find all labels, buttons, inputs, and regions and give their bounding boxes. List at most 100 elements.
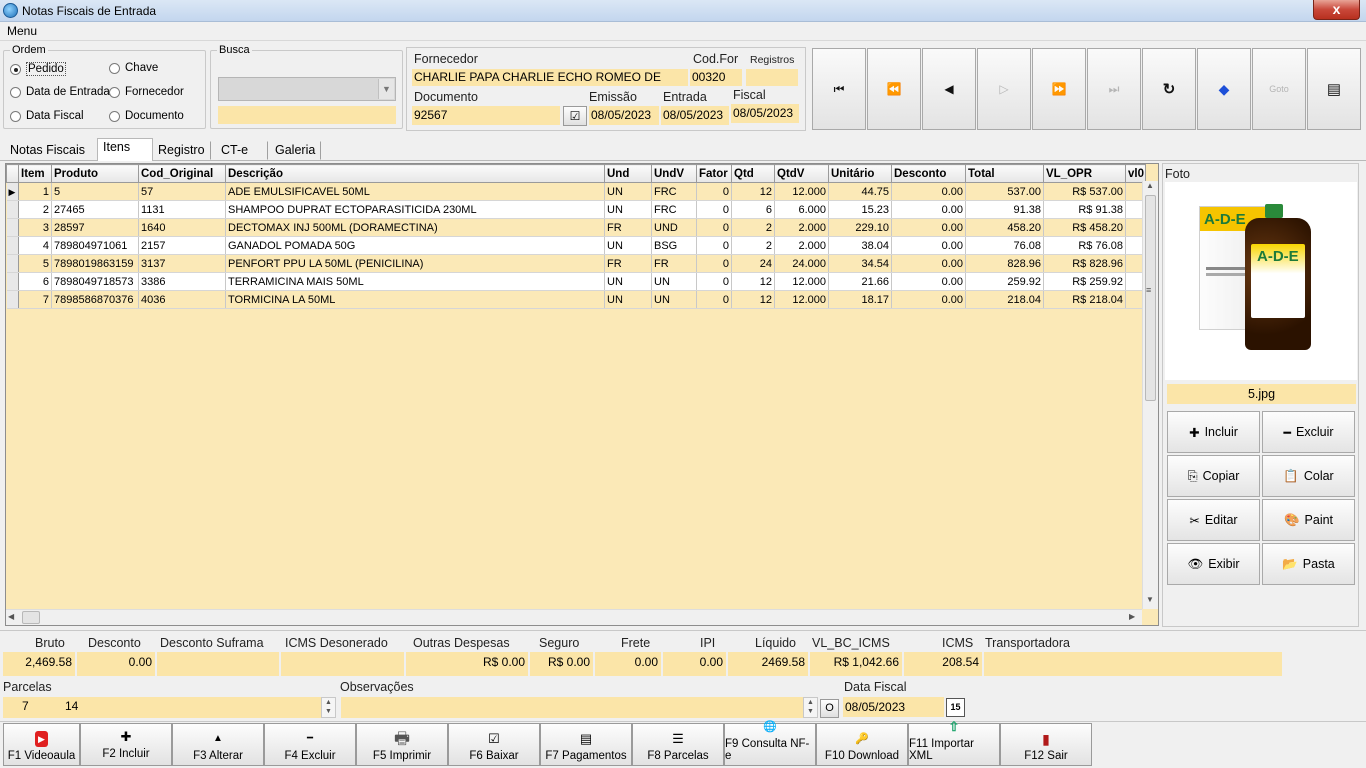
- row-indicator[interactable]: [6, 236, 19, 255]
- cell-fator[interactable]: 0: [696, 254, 732, 273]
- transportadora-field[interactable]: [984, 652, 1282, 676]
- excluir-button[interactable]: ━ Excluir: [1262, 411, 1355, 453]
- column-header[interactable]: Qtd: [731, 164, 775, 183]
- cell-qtdv[interactable]: 6.000: [774, 200, 829, 219]
- cell-vl-opr[interactable]: R$ 458.20: [1043, 218, 1126, 237]
- column-header[interactable]: Und: [604, 164, 652, 183]
- cell-total[interactable]: 828.96: [965, 254, 1044, 273]
- copiar-button[interactable]: ⎘ Copiar: [1167, 455, 1260, 497]
- cell-item[interactable]: 4: [18, 236, 52, 255]
- incluir-button[interactable]: ✚ Incluir: [1167, 411, 1260, 453]
- f4-excluir-button[interactable]: ━ F4 Excluir: [264, 723, 356, 766]
- f9-consulta-button[interactable]: 🌐 F9 Consulta NF-e: [724, 721, 816, 766]
- product-photo[interactable]: A-D-E A-D-E: [1165, 182, 1357, 380]
- column-header[interactable]: Cod_Original: [138, 164, 226, 183]
- documento-field[interactable]: 92567: [412, 106, 560, 125]
- cell-unitario[interactable]: 18.17: [828, 290, 892, 309]
- column-header[interactable]: UndV: [651, 164, 697, 183]
- cell-descricao[interactable]: SHAMPOO DUPRAT ECTOPARASITICIDA 230ML: [225, 200, 605, 219]
- cell-unitario[interactable]: 38.04: [828, 236, 892, 255]
- cell-produto[interactable]: 28597: [51, 218, 139, 237]
- f6-baixar-button[interactable]: ☑ F6 Baixar: [448, 723, 540, 766]
- cell-descricao[interactable]: GANADOL POMADA 50G: [225, 236, 605, 255]
- codfor-field[interactable]: 00320: [690, 69, 742, 86]
- cell-vl-opr[interactable]: R$ 218.04: [1043, 290, 1126, 309]
- cell-unitario[interactable]: 15.23: [828, 200, 892, 219]
- tab-cte[interactable]: CT-e: [215, 141, 268, 160]
- cell-cod-original[interactable]: 57: [138, 182, 226, 201]
- cell-unitario[interactable]: 229.10: [828, 218, 892, 237]
- cell-descricao[interactable]: TORMICINA LA 50ML: [225, 290, 605, 309]
- f7-pagamentos-button[interactable]: ▤ F7 Pagamentos: [540, 723, 632, 766]
- cell-undv[interactable]: UN: [651, 290, 697, 309]
- cell-qtdv[interactable]: 12.000: [774, 182, 829, 201]
- f2-incluir-button[interactable]: ✚ F2 Incluir: [80, 723, 172, 766]
- f3-alterar-button[interactable]: ▲ F3 Alterar: [172, 723, 264, 766]
- cell-total[interactable]: 537.00: [965, 182, 1044, 201]
- cell-vl-opr[interactable]: R$ 76.08: [1043, 236, 1126, 255]
- editar-button[interactable]: ✂ Editar: [1167, 499, 1260, 541]
- table-row[interactable]: ▶ 1 5 57 ADE EMULSIFICAVEL 50ML UN FRC 0 12 12.00…: [6, 182, 1146, 201]
- icms-desonerado-field[interactable]: [281, 652, 404, 676]
- column-header[interactable]: Descrição: [225, 164, 605, 183]
- cell-cod-original[interactable]: 3386: [138, 272, 226, 291]
- column-header[interactable]: Desconto: [891, 164, 966, 183]
- cell-qtdv[interactable]: 12.000: [774, 290, 829, 309]
- cell-undv[interactable]: FR: [651, 254, 697, 273]
- parcelas-field[interactable]: 7 14: [3, 697, 321, 718]
- exibir-button[interactable]: 👁 Exibir: [1167, 543, 1260, 585]
- cell-item[interactable]: 2: [18, 200, 52, 219]
- last-record-button[interactable]: ⏭: [1087, 48, 1141, 130]
- ordem-radio-chave[interactable]: Chave: [109, 62, 158, 74]
- ordem-radio-documento[interactable]: Documento: [109, 110, 184, 122]
- desconto-field[interactable]: 0.00: [77, 652, 155, 676]
- table-row[interactable]: 4 789804971061 2157 GANADOL POMADA 50G UN BSG…: [6, 236, 1146, 255]
- ipi-field[interactable]: 0.00: [663, 652, 726, 676]
- tab-galeria[interactable]: Galeria: [269, 141, 322, 160]
- ordem-radio-pedido[interactable]: Pedido: [10, 62, 66, 76]
- cell-und[interactable]: FR: [604, 218, 652, 237]
- vertical-scroll-thumb[interactable]: [1145, 195, 1156, 401]
- tab-registro[interactable]: Registro: [152, 141, 211, 160]
- cell-und[interactable]: UN: [604, 182, 652, 201]
- fornecedor-field[interactable]: CHARLIE PAPA CHARLIE ECHO ROMEO DE: [412, 69, 688, 86]
- cell-desconto[interactable]: 0.00: [891, 182, 966, 201]
- cell-produto[interactable]: 789804971061: [51, 236, 139, 255]
- icms-field[interactable]: 208.54: [904, 652, 982, 676]
- liquido-field[interactable]: 2469.58: [728, 652, 808, 676]
- tag-button[interactable]: ◆: [1197, 48, 1251, 130]
- observacoes-o-button[interactable]: O: [820, 699, 839, 718]
- cell-produto[interactable]: 5: [51, 182, 139, 201]
- cell-qtd[interactable]: 12: [731, 272, 775, 291]
- table-row[interactable]: 2 27465 1131 SHAMPOO DUPRAT ECTOPARASITICID…: [6, 200, 1146, 219]
- table-row[interactable]: 6 7898049718573 3386 TERRAMICINA MAIS 50ML U…: [6, 272, 1146, 291]
- cell-qtd[interactable]: 6: [731, 200, 775, 219]
- f1-videoaula-button[interactable]: ▶ F1 Videoaula: [3, 723, 80, 766]
- prior-page-button[interactable]: ⏪: [867, 48, 921, 130]
- row-indicator[interactable]: [6, 200, 19, 219]
- cell-item[interactable]: 3: [18, 218, 52, 237]
- emissao-field[interactable]: 08/05/2023: [589, 106, 659, 125]
- tab-itens[interactable]: Itens: [97, 138, 153, 161]
- cell-descricao[interactable]: TERRAMICINA MAIS 50ML: [225, 272, 605, 291]
- calendar-icon[interactable]: 15: [946, 698, 965, 717]
- cell-item[interactable]: 6: [18, 272, 52, 291]
- cell-und[interactable]: UN: [604, 236, 652, 255]
- cell-total[interactable]: 76.08: [965, 236, 1044, 255]
- cell-cod-original[interactable]: 2157: [138, 236, 226, 255]
- scroll-left-icon[interactable]: ◀: [8, 612, 14, 621]
- f8-parcelas-button[interactable]: ☰ F8 Parcelas: [632, 723, 724, 766]
- cell-qtdv[interactable]: 24.000: [774, 254, 829, 273]
- column-header[interactable]: VL_OPR: [1043, 164, 1126, 183]
- cell-total[interactable]: 91.38: [965, 200, 1044, 219]
- cell-undv[interactable]: FRC: [651, 182, 697, 201]
- cell-total[interactable]: 458.20: [965, 218, 1044, 237]
- f10-download-button[interactable]: 🔑 F10 Download: [816, 723, 908, 766]
- column-header[interactable]: Unitário: [828, 164, 892, 183]
- column-header[interactable]: vl0: [1125, 164, 1146, 183]
- row-indicator[interactable]: [6, 290, 19, 309]
- cell-vl-opr[interactable]: R$ 537.00: [1043, 182, 1126, 201]
- outras-despesas-field[interactable]: R$ 0.00: [406, 652, 528, 676]
- cell-item[interactable]: 5: [18, 254, 52, 273]
- paint-button[interactable]: 🎨 Paint: [1262, 499, 1355, 541]
